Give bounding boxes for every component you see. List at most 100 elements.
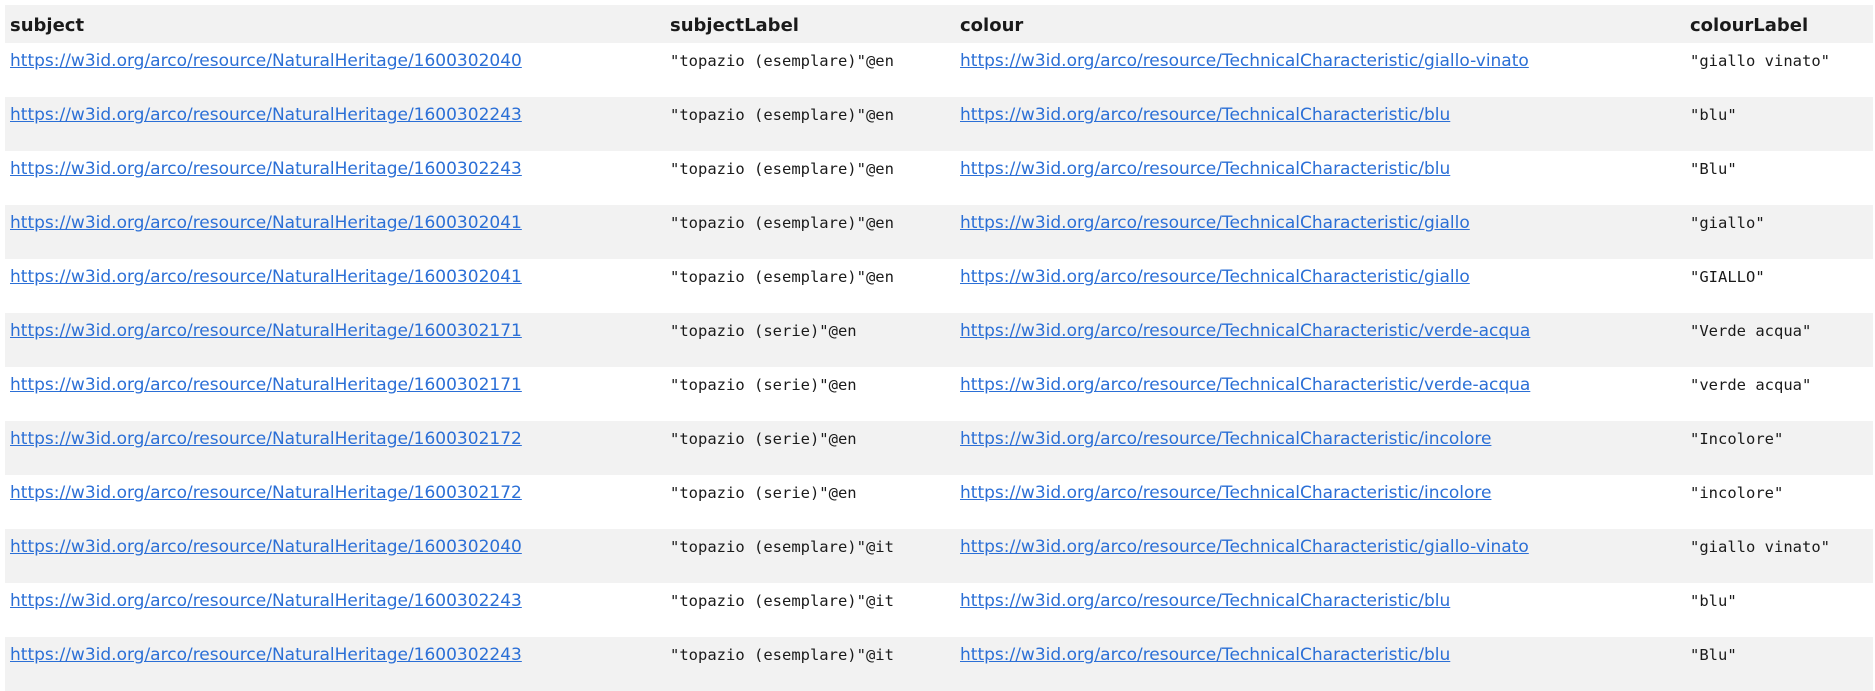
subject-label-literal: "topazio (esemplare)"@it: [670, 538, 894, 556]
table-row: https://w3id.org/arco/resource/NaturalHe…: [5, 205, 1873, 259]
subject-label-literal: "topazio (serie)"@en: [670, 322, 857, 340]
cell-colour-label: "giallo vinato": [1685, 43, 1873, 97]
cell-colour-label: "Blu": [1685, 151, 1873, 205]
table-row: https://w3id.org/arco/resource/NaturalHe…: [5, 529, 1873, 583]
table-row: https://w3id.org/arco/resource/NaturalHe…: [5, 475, 1873, 529]
table-row: https://w3id.org/arco/resource/NaturalHe…: [5, 583, 1873, 637]
colour-link[interactable]: https://w3id.org/arco/resource/Technical…: [960, 267, 1470, 287]
colour-link[interactable]: https://w3id.org/arco/resource/Technical…: [960, 645, 1450, 665]
colour-link[interactable]: https://w3id.org/arco/resource/Technical…: [960, 321, 1530, 341]
colour-link[interactable]: https://w3id.org/arco/resource/Technical…: [960, 537, 1529, 557]
subject-label-literal: "topazio (esemplare)"@en: [670, 160, 894, 178]
cell-subject: https://w3id.org/arco/resource/NaturalHe…: [5, 313, 665, 367]
cell-subject-label: "topazio (esemplare)"@it: [665, 637, 955, 691]
colour-label-literal: "giallo vinato": [1690, 538, 1830, 556]
colour-link[interactable]: https://w3id.org/arco/resource/Technical…: [960, 105, 1450, 125]
column-header-subject: subject: [5, 5, 665, 43]
cell-colour-label: "Blu": [1685, 637, 1873, 691]
cell-subject: https://w3id.org/arco/resource/NaturalHe…: [5, 421, 665, 475]
subject-label-literal: "topazio (esemplare)"@en: [670, 106, 894, 124]
colour-link[interactable]: https://w3id.org/arco/resource/Technical…: [960, 375, 1530, 395]
cell-colour-label: "giallo": [1685, 205, 1873, 259]
colour-label-literal: "blu": [1690, 106, 1737, 124]
colour-link[interactable]: https://w3id.org/arco/resource/Technical…: [960, 51, 1529, 71]
colour-link[interactable]: https://w3id.org/arco/resource/Technical…: [960, 591, 1450, 611]
colour-link[interactable]: https://w3id.org/arco/resource/Technical…: [960, 213, 1470, 233]
colour-label-literal: "Incolore": [1690, 430, 1784, 448]
table-row: https://w3id.org/arco/resource/NaturalHe…: [5, 367, 1873, 421]
results-table-body: https://w3id.org/arco/resource/NaturalHe…: [5, 43, 1873, 691]
cell-colour-label: "GIALLO": [1685, 259, 1873, 313]
subject-link[interactable]: https://w3id.org/arco/resource/NaturalHe…: [10, 105, 522, 125]
cell-subject-label: "topazio (serie)"@en: [665, 475, 955, 529]
colour-label-literal: "Verde acqua": [1690, 322, 1812, 340]
colour-label-literal: "Blu": [1690, 646, 1737, 664]
cell-subject: https://w3id.org/arco/resource/NaturalHe…: [5, 529, 665, 583]
cell-colour: https://w3id.org/arco/resource/Technical…: [955, 259, 1685, 313]
colour-label-literal: "giallo": [1690, 214, 1765, 232]
cell-colour: https://w3id.org/arco/resource/Technical…: [955, 97, 1685, 151]
subject-link[interactable]: https://w3id.org/arco/resource/NaturalHe…: [10, 375, 522, 395]
colour-label-literal: "Blu": [1690, 160, 1737, 178]
cell-subject: https://w3id.org/arco/resource/NaturalHe…: [5, 637, 665, 691]
subject-label-literal: "topazio (esemplare)"@en: [670, 52, 894, 70]
colour-link[interactable]: https://w3id.org/arco/resource/Technical…: [960, 483, 1491, 503]
table-row: https://w3id.org/arco/resource/NaturalHe…: [5, 637, 1873, 691]
subject-link[interactable]: https://w3id.org/arco/resource/NaturalHe…: [10, 537, 522, 557]
subject-label-literal: "topazio (esemplare)"@en: [670, 268, 894, 286]
subject-label-literal: "topazio (serie)"@en: [670, 376, 857, 394]
cell-subject: https://w3id.org/arco/resource/NaturalHe…: [5, 475, 665, 529]
subject-label-literal: "topazio (serie)"@en: [670, 430, 857, 448]
subject-label-literal: "topazio (esemplare)"@it: [670, 592, 894, 610]
cell-colour: https://w3id.org/arco/resource/Technical…: [955, 637, 1685, 691]
subject-link[interactable]: https://w3id.org/arco/resource/NaturalHe…: [10, 429, 522, 449]
cell-colour: https://w3id.org/arco/resource/Technical…: [955, 151, 1685, 205]
subject-link[interactable]: https://w3id.org/arco/resource/NaturalHe…: [10, 591, 522, 611]
results-table-container: subject subjectLabel colour colourLabel …: [5, 5, 1873, 691]
results-table: subject subjectLabel colour colourLabel …: [5, 5, 1873, 691]
subject-link[interactable]: https://w3id.org/arco/resource/NaturalHe…: [10, 213, 522, 233]
cell-colour: https://w3id.org/arco/resource/Technical…: [955, 421, 1685, 475]
subject-label-literal: "topazio (esemplare)"@en: [670, 214, 894, 232]
table-row: https://w3id.org/arco/resource/NaturalHe…: [5, 97, 1873, 151]
subject-link[interactable]: https://w3id.org/arco/resource/NaturalHe…: [10, 321, 522, 341]
cell-subject-label: "topazio (serie)"@en: [665, 313, 955, 367]
cell-subject: https://w3id.org/arco/resource/NaturalHe…: [5, 97, 665, 151]
table-row: https://w3id.org/arco/resource/NaturalHe…: [5, 421, 1873, 475]
cell-subject-label: "topazio (esemplare)"@en: [665, 151, 955, 205]
subject-label-literal: "topazio (serie)"@en: [670, 484, 857, 502]
cell-colour-label: "Incolore": [1685, 421, 1873, 475]
subject-link[interactable]: https://w3id.org/arco/resource/NaturalHe…: [10, 267, 522, 287]
table-row: https://w3id.org/arco/resource/NaturalHe…: [5, 313, 1873, 367]
column-header-colour-label: colourLabel: [1685, 5, 1873, 43]
column-header-colour: colour: [955, 5, 1685, 43]
cell-colour-label: "Verde acqua": [1685, 313, 1873, 367]
cell-subject-label: "topazio (esemplare)"@en: [665, 259, 955, 313]
subject-label-literal: "topazio (esemplare)"@it: [670, 646, 894, 664]
table-row: https://w3id.org/arco/resource/NaturalHe…: [5, 259, 1873, 313]
cell-colour-label: "incolore": [1685, 475, 1873, 529]
subject-link[interactable]: https://w3id.org/arco/resource/NaturalHe…: [10, 159, 522, 179]
colour-label-literal: "giallo vinato": [1690, 52, 1830, 70]
cell-subject-label: "topazio (esemplare)"@en: [665, 97, 955, 151]
cell-colour: https://w3id.org/arco/resource/Technical…: [955, 367, 1685, 421]
colour-link[interactable]: https://w3id.org/arco/resource/Technical…: [960, 429, 1491, 449]
cell-subject-label: "topazio (serie)"@en: [665, 421, 955, 475]
colour-label-literal: "incolore": [1690, 484, 1784, 502]
subject-link[interactable]: https://w3id.org/arco/resource/NaturalHe…: [10, 51, 522, 71]
colour-label-literal: "blu": [1690, 592, 1737, 610]
results-table-header: subject subjectLabel colour colourLabel: [5, 5, 1873, 43]
cell-colour: https://w3id.org/arco/resource/Technical…: [955, 43, 1685, 97]
colour-link[interactable]: https://w3id.org/arco/resource/Technical…: [960, 159, 1450, 179]
cell-subject: https://w3id.org/arco/resource/NaturalHe…: [5, 43, 665, 97]
subject-link[interactable]: https://w3id.org/arco/resource/NaturalHe…: [10, 645, 522, 665]
cell-subject: https://w3id.org/arco/resource/NaturalHe…: [5, 367, 665, 421]
cell-colour-label: "blu": [1685, 97, 1873, 151]
colour-label-literal: "GIALLO": [1690, 268, 1765, 286]
cell-subject-label: "topazio (esemplare)"@en: [665, 205, 955, 259]
cell-colour: https://w3id.org/arco/resource/Technical…: [955, 205, 1685, 259]
subject-link[interactable]: https://w3id.org/arco/resource/NaturalHe…: [10, 483, 522, 503]
table-row: https://w3id.org/arco/resource/NaturalHe…: [5, 151, 1873, 205]
cell-subject: https://w3id.org/arco/resource/NaturalHe…: [5, 151, 665, 205]
header-row: subject subjectLabel colour colourLabel: [5, 5, 1873, 43]
